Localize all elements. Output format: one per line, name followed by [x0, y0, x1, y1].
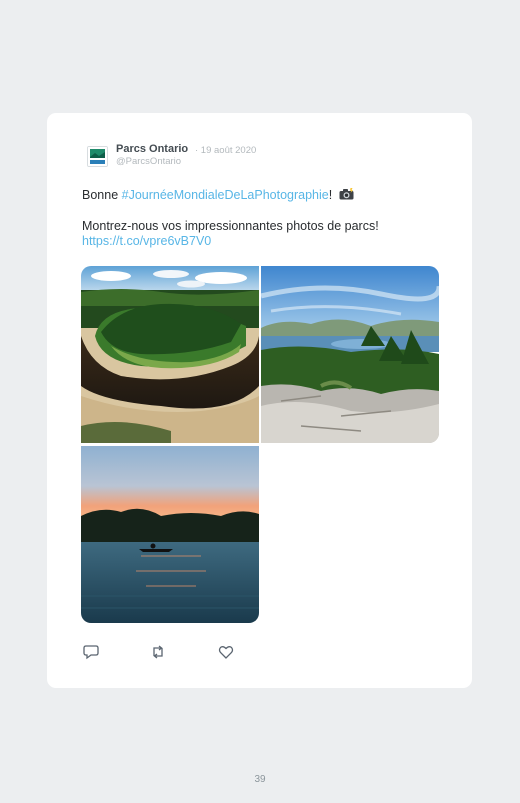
- tweet-date[interactable]: · 19 août 2020: [195, 145, 256, 156]
- parcs-ontario-logo-avatar[interactable]: [87, 146, 108, 167]
- reply-icon[interactable]: [83, 644, 99, 660]
- hashtag-link[interactable]: #JournéeMondialeDeLaPhotographie: [122, 188, 329, 202]
- retweet-icon[interactable]: [150, 644, 166, 660]
- tweet-text-line-2: Montrez-nous vos impressionnantes photos…: [82, 219, 379, 233]
- sunset-lake-kayak-photo[interactable]: [81, 446, 259, 623]
- river-bend-forest-photo[interactable]: [81, 266, 259, 443]
- text-suffix: !: [328, 188, 333, 202]
- author-handle[interactable]: @ParcsOntario: [116, 156, 181, 167]
- text-prefix: Bonne: [82, 188, 122, 202]
- page-number: 39: [254, 774, 266, 785]
- camera-with-flash-icon: [339, 188, 354, 203]
- tweet-card: Parcs Ontario · 19 août 2020 @ParcsOntar…: [47, 113, 472, 688]
- like-icon[interactable]: [218, 644, 234, 660]
- author-name[interactable]: Parcs Ontario: [116, 143, 188, 155]
- lake-rocky-shore-photo[interactable]: [261, 266, 439, 443]
- tweet-link-line: https://t.co/vpre6vB7V0: [82, 234, 211, 248]
- tweet-text-line: Bonne #JournéeMondialeDeLaPhotographie!: [82, 188, 354, 203]
- tweet-url-link[interactable]: https://t.co/vpre6vB7V0: [82, 234, 211, 248]
